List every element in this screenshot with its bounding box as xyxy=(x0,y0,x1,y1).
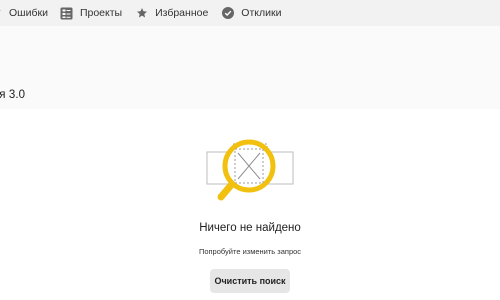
nav-item-label: Избранное xyxy=(155,7,209,19)
check-circle-icon xyxy=(222,7,235,19)
nav-item-favorites[interactable]: Избранное xyxy=(136,0,208,26)
nav-item-label: Ошибки xyxy=(9,7,48,19)
search-area: ция 3.0 xyxy=(0,26,500,116)
magnifier-no-results-icon xyxy=(206,139,294,201)
nav-item-responses[interactable]: Отклики xyxy=(222,0,281,26)
projects-icon xyxy=(60,7,73,20)
nav-item-errors[interactable]: Ошибки xyxy=(0,0,48,26)
bug-icon xyxy=(0,8,2,18)
search-input[interactable]: ция 3.0 xyxy=(0,89,25,101)
nav-item-label: Проекты xyxy=(79,7,123,19)
empty-state: Ничего не найдено Попробуйте изменить за… xyxy=(0,112,500,300)
nav-item-projects[interactable]: Проекты xyxy=(60,0,122,26)
clear-search-button[interactable]: Очистить поиск xyxy=(210,269,290,293)
empty-state-hint: Попробуйте изменить запрос xyxy=(198,247,302,256)
star-icon xyxy=(136,7,148,19)
empty-state-title: Ничего не найдено xyxy=(199,222,301,234)
nav-item-label: Отклики xyxy=(241,7,282,19)
top-navigation: Ошибки Проекты Избранное Отклики xyxy=(0,0,500,26)
